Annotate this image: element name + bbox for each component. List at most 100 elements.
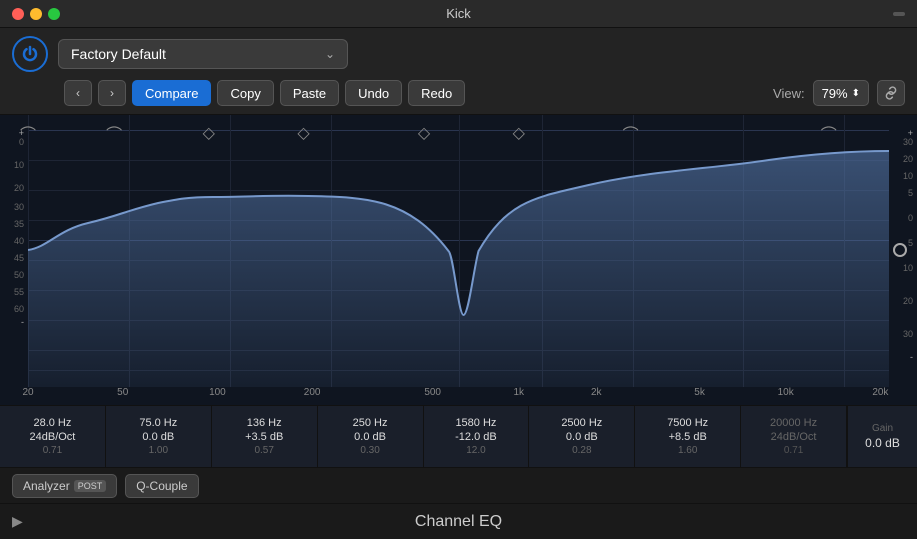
band-8-freq: 20000 Hz bbox=[770, 417, 817, 429]
band-3-db: +3.5 dB bbox=[245, 431, 283, 443]
band-1-params[interactable]: 28.0 Hz 24dB/Oct 0.71 bbox=[0, 406, 106, 467]
freq-label-1k: 1k bbox=[513, 387, 524, 398]
gain-label: Gain bbox=[872, 423, 893, 434]
band-7-db: +8.5 dB bbox=[669, 431, 707, 443]
expand-icon[interactable] bbox=[893, 12, 905, 16]
analyzer-button[interactable]: Analyzer POST bbox=[12, 474, 117, 498]
freq-label-50: 50 bbox=[117, 387, 128, 398]
gain-value: 0.0 dB bbox=[865, 436, 900, 450]
band-4-q: 0.30 bbox=[360, 445, 379, 456]
db-axis-right: + 30 20 10 5 0 5 10 20 30 - bbox=[889, 115, 917, 405]
band-6-db: 0.0 dB bbox=[566, 431, 598, 443]
db-label: 45 bbox=[0, 254, 28, 263]
db-label-r: 30 bbox=[889, 138, 917, 147]
band-1-q: 0.71 bbox=[43, 445, 62, 456]
window-title: Kick bbox=[446, 6, 471, 21]
db-label-r: 20 bbox=[889, 297, 917, 306]
gain-params[interactable]: Gain 0.0 dB bbox=[847, 406, 917, 467]
db-label: 20 bbox=[0, 184, 28, 193]
db-label: 10 bbox=[0, 161, 28, 170]
preset-name: Factory Default bbox=[71, 46, 166, 62]
db-label: 40 bbox=[0, 237, 28, 246]
db-label-r: 30 bbox=[889, 330, 917, 339]
freq-label-500: 500 bbox=[424, 387, 441, 398]
undo-button[interactable]: Undo bbox=[345, 80, 402, 106]
freq-label-5k: 5k bbox=[694, 387, 705, 398]
band-3-q: 0.57 bbox=[254, 445, 273, 456]
db-label: 30 bbox=[0, 203, 28, 212]
zoom-value: 79% bbox=[822, 86, 848, 101]
power-button[interactable] bbox=[12, 36, 48, 72]
window-controls[interactable] bbox=[12, 8, 60, 20]
band-2-q: 1.00 bbox=[149, 445, 168, 456]
db-label: 55 bbox=[0, 288, 28, 297]
db-label-r: 5 bbox=[889, 189, 917, 198]
band-8-q: 0.71 bbox=[784, 445, 803, 456]
band-6-q: 0.28 bbox=[572, 445, 591, 456]
band-5-freq: 1580 Hz bbox=[455, 417, 496, 429]
q-couple-label: Q-Couple bbox=[136, 479, 187, 493]
db-label: 50 bbox=[0, 271, 28, 280]
band-7-params[interactable]: 7500 Hz +8.5 dB 1.60 bbox=[635, 406, 741, 467]
analyzer-label: Analyzer bbox=[23, 479, 70, 493]
band-6-params[interactable]: 2500 Hz 0.0 dB 0.28 bbox=[529, 406, 635, 467]
copy-button[interactable]: Copy bbox=[217, 80, 273, 106]
band-2-params[interactable]: 75.0 Hz 0.0 dB 1.00 bbox=[106, 406, 212, 467]
play-button[interactable]: ▶ bbox=[12, 513, 23, 530]
preset-dropdown[interactable]: Factory Default ⌄ bbox=[58, 39, 348, 69]
plugin-title: Channel EQ bbox=[415, 513, 502, 531]
band-4-params[interactable]: 250 Hz 0.0 dB 0.30 bbox=[318, 406, 424, 467]
freq-label-20k: 20k bbox=[872, 387, 888, 398]
db-label-r: 10 bbox=[889, 172, 917, 181]
compare-button[interactable]: Compare bbox=[132, 80, 211, 106]
band-4-freq: 250 Hz bbox=[353, 417, 388, 429]
db-label: 60 bbox=[0, 305, 28, 314]
band-2-freq: 75.0 Hz bbox=[139, 417, 177, 429]
maximize-button[interactable] bbox=[48, 8, 60, 20]
band-6-freq: 2500 Hz bbox=[561, 417, 602, 429]
minimize-button[interactable] bbox=[30, 8, 42, 20]
freq-label-100: 100 bbox=[209, 387, 226, 398]
link-button[interactable] bbox=[877, 80, 905, 106]
redo-button[interactable]: Redo bbox=[408, 80, 465, 106]
paste-button[interactable]: Paste bbox=[280, 80, 339, 106]
close-button[interactable] bbox=[12, 8, 24, 20]
chevron-down-icon: ⌄ bbox=[325, 47, 335, 61]
band-5-params[interactable]: 1580 Hz -12.0 dB 12.0 bbox=[424, 406, 530, 467]
band-2-db: 0.0 dB bbox=[142, 431, 174, 443]
post-badge: POST bbox=[74, 480, 107, 492]
band-parameters: 28.0 Hz 24dB/Oct 0.71 75.0 Hz 0.0 dB 1.0… bbox=[0, 405, 917, 467]
freq-label-10k: 10k bbox=[778, 387, 794, 398]
band-1-freq: 28.0 Hz bbox=[33, 417, 71, 429]
bottom-controls: Analyzer POST Q-Couple bbox=[0, 467, 917, 503]
db-label-r: 0 bbox=[889, 214, 917, 223]
band-3-params[interactable]: 136 Hz +3.5 dB 0.57 bbox=[212, 406, 318, 467]
next-button[interactable]: › bbox=[98, 80, 126, 106]
gain-handle[interactable] bbox=[893, 243, 907, 257]
band-1-db: 24dB/Oct bbox=[30, 431, 76, 443]
stepper-icon: ⬍ bbox=[852, 88, 860, 99]
preset-row: Factory Default ⌄ bbox=[12, 36, 905, 72]
db-label-r: - bbox=[889, 353, 917, 362]
freq-label-200: 200 bbox=[304, 387, 321, 398]
footer: ▶ Channel EQ bbox=[0, 503, 917, 539]
q-couple-button[interactable]: Q-Couple bbox=[125, 474, 198, 498]
prev-button[interactable]: ‹ bbox=[64, 80, 92, 106]
freq-label-20: 20 bbox=[22, 387, 33, 398]
eq-display[interactable]: ⌒ ⌒ ◇ ◇ ◇ ◇ ⌒ ⌒ + 0 10 20 30 35 40 45 50 bbox=[0, 115, 917, 405]
band-8-params[interactable]: 20000 Hz 24dB/Oct 0.71 bbox=[741, 406, 847, 467]
band-7-freq: 7500 Hz bbox=[667, 417, 708, 429]
band-5-q: 12.0 bbox=[466, 445, 485, 456]
view-zoom[interactable]: 79% ⬍ bbox=[813, 80, 869, 106]
freq-axis: 20 50 100 200 500 1k 2k 5k 10k 20k bbox=[28, 387, 889, 405]
db-label-r: 20 bbox=[889, 155, 917, 164]
db-label: - bbox=[0, 318, 28, 327]
title-bar: Kick bbox=[0, 0, 917, 28]
db-label: 0 bbox=[0, 138, 28, 147]
eq-curve bbox=[28, 115, 889, 387]
view-label: View: bbox=[773, 86, 805, 101]
band-8-db: 24dB/Oct bbox=[771, 431, 817, 443]
band-7-q: 1.60 bbox=[678, 445, 697, 456]
db-label: 35 bbox=[0, 220, 28, 229]
band-4-db: 0.0 dB bbox=[354, 431, 386, 443]
